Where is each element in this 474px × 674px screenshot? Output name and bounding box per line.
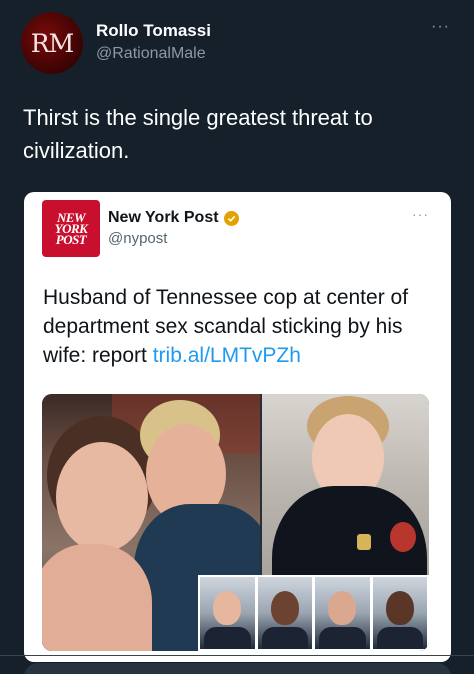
nypost-logo[interactable]: NEW YORK POST [42, 200, 100, 257]
reply-bar[interactable] [24, 663, 451, 674]
more-options-icon[interactable]: ··· [431, 18, 450, 36]
verified-badge-icon [223, 210, 239, 226]
tweet-text: Thirst is the single greatest threat to … [23, 105, 373, 163]
divider [0, 655, 474, 656]
portrait [257, 577, 312, 649]
author-avatar[interactable]: RM [21, 12, 83, 74]
portrait [315, 577, 370, 649]
tweet-screen: RM Rollo Tomassi @RationalMale ··· Thirs… [0, 0, 474, 674]
author-handle[interactable]: @RationalMale [96, 45, 206, 63]
quoted-tweet-card[interactable]: NEW YORK POST New York Post @nypost ··· … [24, 192, 451, 662]
quoted-more-options-icon[interactable]: ··· [412, 206, 429, 222]
quoted-author-name-row[interactable]: New York Post [108, 209, 239, 227]
avatar-monogram: RM [30, 28, 74, 58]
portrait [200, 577, 255, 649]
news-photo[interactable] [42, 394, 429, 651]
portrait [372, 577, 427, 649]
officer-portraits [198, 575, 429, 651]
author-name[interactable]: Rollo Tomassi [96, 21, 211, 41]
quoted-tweet-text: Husband of Tennessee cop at center of de… [43, 283, 439, 370]
article-link[interactable]: trib.al/LMTvPZh [153, 344, 301, 367]
quoted-author-handle[interactable]: @nypost [108, 230, 167, 247]
quoted-author-name: New York Post [108, 209, 219, 226]
logo-line: POST [55, 232, 87, 247]
